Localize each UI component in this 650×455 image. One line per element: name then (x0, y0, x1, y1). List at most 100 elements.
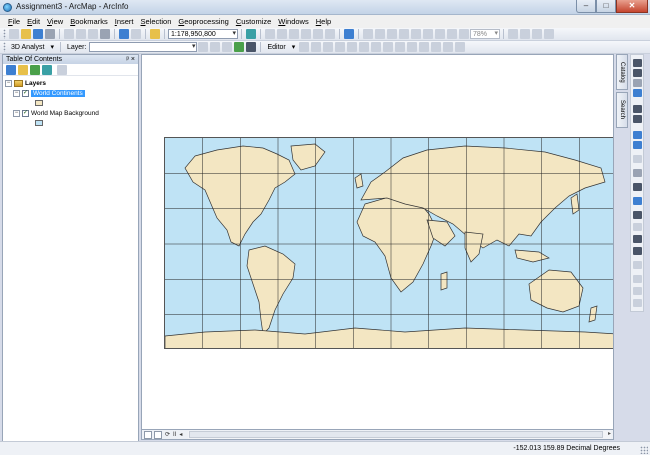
html-popup-icon[interactable] (633, 261, 642, 269)
arcglobe-icon[interactable] (246, 42, 257, 52)
refresh-icon[interactable]: ⟳ (165, 431, 170, 438)
copy-icon[interactable] (76, 29, 86, 39)
3d-analyst-menu[interactable]: 3D Analyst (11, 44, 44, 51)
menu-selection[interactable]: Selection (141, 17, 172, 26)
menu-edit[interactable]: Edit (27, 17, 40, 26)
fixed-zoom-in-icon[interactable] (423, 29, 433, 39)
redo-icon[interactable] (131, 29, 141, 39)
collapse-root-icon[interactable]: − (5, 80, 12, 87)
go-forward-extent-icon[interactable] (459, 29, 469, 39)
rotate-icon[interactable] (419, 42, 430, 52)
analyst-dropdown-arrow[interactable]: ▾ (50, 43, 54, 51)
sketch-properties-icon[interactable] (443, 42, 454, 52)
world-map-data-frame[interactable] (164, 137, 613, 349)
scrollbar-thumb[interactable] (189, 430, 603, 438)
catalog-window-icon[interactable] (277, 29, 287, 39)
close-button[interactable]: ✕ (616, 0, 648, 13)
layer-name[interactable]: World Map Background (31, 110, 99, 117)
data-view-icon[interactable] (144, 430, 152, 439)
viewer-window-icon[interactable] (633, 287, 642, 295)
map-display[interactable] (141, 54, 614, 430)
list-by-source-icon[interactable] (18, 64, 28, 75)
delete-icon[interactable] (100, 29, 110, 39)
hyperlink-icon[interactable] (633, 247, 642, 255)
select-features-icon[interactable] (633, 155, 642, 163)
arctoolbox-icon[interactable] (301, 29, 311, 39)
focus-frame-icon[interactable] (520, 29, 530, 39)
pause-drawing-button[interactable]: II (173, 432, 176, 438)
layout-zoom-out-icon[interactable] (375, 29, 385, 39)
edit-vertices-icon[interactable] (371, 42, 382, 52)
scroll-left-icon[interactable]: ◂ (179, 431, 182, 438)
menu-customize[interactable]: Customize (236, 17, 271, 26)
change-layout-icon[interactable] (532, 29, 542, 39)
menu-file[interactable]: File (8, 17, 20, 26)
layer-symbol-swatch[interactable] (35, 120, 43, 126)
catalog-tab[interactable]: Catalog (616, 54, 628, 90)
fixed-zoom-out-icon[interactable] (435, 29, 445, 39)
select-icon[interactable] (633, 183, 642, 191)
list-by-drawing-order-icon[interactable] (6, 64, 16, 75)
toc-root-row[interactable]: − Layers (5, 79, 46, 88)
menu-insert[interactable]: Insert (115, 17, 134, 26)
list-by-visibility-icon[interactable] (30, 64, 40, 75)
collapse-layer-icon[interactable]: − (13, 110, 20, 117)
layout-view-icon[interactable] (154, 430, 162, 439)
point-icon[interactable] (359, 42, 370, 52)
interpolate-line-icon[interactable] (210, 42, 221, 52)
straight-segment-icon[interactable] (323, 42, 334, 52)
horizontal-scrollbar[interactable]: ▸ (188, 430, 611, 439)
cut-icon[interactable] (64, 29, 74, 39)
minimize-button[interactable]: – (576, 0, 596, 13)
editor-menu[interactable]: Editor (267, 44, 285, 51)
go-back-extent-icon[interactable] (447, 29, 457, 39)
table-icon[interactable] (265, 29, 275, 39)
menu-geoprocessing[interactable]: Geoprocessing (178, 17, 228, 26)
menu-help[interactable]: Help (316, 17, 331, 26)
toolbar-grip[interactable] (3, 29, 6, 39)
toolbar-grip[interactable] (3, 42, 6, 52)
python-window-icon[interactable] (313, 29, 323, 39)
menu-bookmarks[interactable]: Bookmarks (70, 17, 108, 26)
zoom-in-icon[interactable] (633, 59, 642, 67)
fixed-zoom-out-icon[interactable] (633, 115, 642, 123)
layer-visibility-checkbox[interactable]: ✓ (22, 110, 29, 117)
end-point-arc-icon[interactable] (335, 42, 346, 52)
layer-visibility-checkbox[interactable]: ✓ (22, 90, 29, 97)
toc-layer-row[interactable]: − ✓ World Continents (13, 89, 85, 98)
toc-options-icon[interactable] (57, 64, 67, 75)
go-to-xy-icon[interactable] (633, 299, 642, 307)
trace-icon[interactable] (347, 42, 358, 52)
edit-annotation-icon[interactable] (311, 42, 322, 52)
zoom-100-icon[interactable] (411, 29, 421, 39)
clear-selection-icon[interactable] (633, 169, 642, 177)
list-by-selection-icon[interactable] (42, 64, 52, 75)
new-icon[interactable] (9, 29, 19, 39)
model-builder-icon[interactable] (325, 29, 335, 39)
split-icon[interactable] (407, 42, 418, 52)
identify-icon[interactable] (633, 197, 642, 205)
map-scale-dropdown[interactable]: 1:178,950,800 (168, 29, 238, 39)
collapse-layer-icon[interactable]: − (13, 90, 20, 97)
route-icon[interactable] (633, 223, 642, 231)
reshape-icon[interactable] (383, 42, 394, 52)
layout-zoom-in-icon[interactable] (363, 29, 373, 39)
resize-grip[interactable] (640, 446, 648, 454)
help-icon[interactable] (344, 29, 354, 39)
back-icon[interactable] (633, 131, 642, 139)
layout-pan-icon[interactable] (387, 29, 397, 39)
layer-symbol-swatch[interactable] (35, 100, 43, 106)
undo-icon[interactable] (119, 29, 129, 39)
measure-icon[interactable] (633, 235, 642, 243)
attributes-icon[interactable] (431, 42, 442, 52)
print-icon[interactable] (45, 29, 55, 39)
add-data-icon[interactable] (150, 29, 160, 39)
arcscene-icon[interactable] (234, 42, 245, 52)
scroll-right-icon[interactable]: ▸ (608, 430, 611, 437)
cut-polygons-icon[interactable] (395, 42, 406, 52)
editor-dropdown-arrow[interactable]: ▾ (292, 43, 296, 51)
layout-zoom-dropdown[interactable]: 78% (470, 29, 500, 39)
toggle-draft-icon[interactable] (508, 29, 518, 39)
open-icon[interactable] (21, 29, 31, 39)
pan-icon[interactable] (633, 79, 642, 87)
